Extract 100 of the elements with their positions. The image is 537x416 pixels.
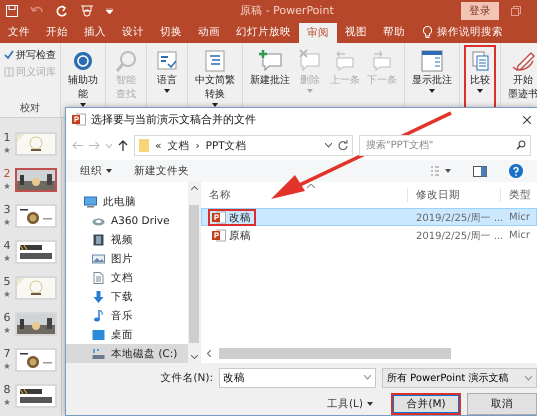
star-icon <box>4 363 10 369</box>
desktop-icon <box>92 328 105 340</box>
dialog-button[interactable]: 取消 <box>467 393 537 415</box>
search-field[interactable]: 搜索"PPT文档" <box>359 135 531 156</box>
slide-number: 1 <box>4 132 10 144</box>
ribbon-tab[interactable]: 设计 <box>114 21 152 43</box>
file-name: 改稿 <box>208 209 256 226</box>
slide-number: 3 <box>4 204 10 216</box>
computer-icon <box>84 196 97 208</box>
ribbon-tab[interactable]: 视图 <box>337 21 375 43</box>
file-name: 原稿 <box>208 227 256 244</box>
breadcrumb: PPT文档 <box>206 138 247 152</box>
file-type-select[interactable]: 所有 PowerPoint 演示文稿 <box>382 368 537 388</box>
table-cell-text: 2019/2/25/周一 ... <box>415 212 501 224</box>
dropdown-icon[interactable] <box>364 375 371 380</box>
ribbon-button[interactable]: 开始 墨迹书 <box>505 45 537 117</box>
slide-number: 6 <box>4 312 10 324</box>
address-bar[interactable]: « 文档 › PPT文档 <box>134 135 353 156</box>
pen-icon <box>510 49 536 73</box>
show-comments-icon <box>419 49 445 73</box>
nav-item[interactable]: 本地磁盘 (C:) <box>66 344 188 363</box>
spell-check-icon <box>4 50 14 60</box>
slide-number: 2 <box>4 168 10 180</box>
star-icon <box>4 219 10 225</box>
nav-item[interactable]: 视频 <box>66 230 188 249</box>
scroll-down-icon[interactable] <box>190 355 198 359</box>
slide-number: 8 <box>4 384 10 396</box>
tools-button[interactable]: 工具(L) <box>326 397 373 411</box>
table-cell-text: 2019/2/25/周一 ... <box>415 230 501 242</box>
dropdown-icon <box>525 376 532 380</box>
star-icon <box>4 327 10 333</box>
nav-item[interactable]: 文档 <box>66 268 188 287</box>
column-header[interactable]: 名称 <box>201 188 407 202</box>
drive-icon <box>92 348 105 360</box>
dropdown-icon[interactable] <box>325 143 332 148</box>
download-icon <box>92 290 105 302</box>
lightbulb-icon <box>423 26 432 38</box>
book-icon <box>4 67 14 77</box>
search-icon <box>516 140 526 150</box>
close-icon[interactable] <box>523 116 531 124</box>
caret-icon <box>106 169 112 173</box>
customize-icon[interactable] <box>106 8 113 14</box>
file-name-field[interactable]: 改稿 <box>219 368 376 388</box>
ribbon-tab[interactable]: 切换 <box>152 21 190 43</box>
nav-item[interactable]: 此电脑 <box>66 192 188 211</box>
dialog-button[interactable]: 合并(M) <box>391 393 461 415</box>
presentation-file-icon <box>212 229 226 242</box>
slide-number: 4 <box>4 240 10 252</box>
file-row[interactable]: 原稿 2019/2/25/周一 ... Micr <box>201 226 537 244</box>
image-icon <box>92 252 105 264</box>
star-icon <box>4 399 10 405</box>
presentation-file-icon <box>212 211 226 224</box>
search-icon <box>113 49 139 73</box>
ribbon-tab[interactable]: 审阅 <box>299 23 337 43</box>
ribbon-tab[interactable]: 幻灯片放映 <box>228 21 299 43</box>
group-label: 校对 <box>19 102 41 116</box>
help-icon[interactable] <box>509 164 523 178</box>
column-header[interactable]: 修改日期 <box>407 188 500 202</box>
document-icon <box>92 272 105 284</box>
nav-item[interactable]: 图片 <box>66 249 188 268</box>
film-icon <box>92 234 105 246</box>
scrollbar[interactable] <box>188 182 200 363</box>
nav-item[interactable]: 音乐 <box>66 306 188 325</box>
up-arrow-icon[interactable] <box>118 140 128 151</box>
nav-item[interactable]: 下载 <box>66 287 188 306</box>
nav-item[interactable]: 桌面 <box>66 325 188 344</box>
organize-button[interactable]: 组织 <box>80 164 112 178</box>
ribbon-tab[interactable]: 动画 <box>190 21 228 43</box>
ribbon-tab[interactable]: 帮助 <box>375 21 413 43</box>
preview-pane-icon[interactable] <box>473 166 487 176</box>
scroll-up-icon[interactable] <box>190 186 198 190</box>
sign-in-button[interactable]: 登录 <box>460 2 499 20</box>
app-icon <box>72 113 86 126</box>
slide-number: 7 <box>4 348 10 360</box>
slide-number: 5 <box>4 276 10 288</box>
star-icon <box>4 255 10 261</box>
folder-icon <box>139 139 149 152</box>
music-note-icon <box>92 310 105 322</box>
table-cell-text: Micr <box>508 212 532 223</box>
ribbon-tab[interactable]: 开始 <box>38 21 76 43</box>
new-comment-icon <box>257 49 283 73</box>
ribbon-tab[interactable]: 插入 <box>76 21 114 43</box>
tell-me-search[interactable]: 操作说明搜索 <box>419 21 507 43</box>
ribbon-button[interactable]: 拼写检查 <box>4 48 56 62</box>
nav-item[interactable]: A360 Drive <box>66 211 188 230</box>
view-icon[interactable] <box>431 166 451 176</box>
new-folder-button[interactable]: 新建文件夹 <box>134 164 189 178</box>
ribbon-tab[interactable]: 文件 <box>0 21 38 43</box>
star-icon <box>4 291 10 297</box>
column-header[interactable]: 类型 <box>500 188 537 202</box>
table-cell-text: Micr <box>508 230 532 241</box>
file-row[interactable]: 改稿 2019/2/25/周一 ... Micr <box>201 208 537 226</box>
star-icon <box>4 147 10 153</box>
scroll-left-icon[interactable] <box>207 350 211 357</box>
redo-icon[interactable] <box>56 4 68 16</box>
window-title: 原稿 - PowerPoint <box>240 3 334 18</box>
save-icon[interactable] <box>6 4 18 16</box>
refresh-icon[interactable] <box>338 140 348 151</box>
slide-thumbnail[interactable] <box>15 168 57 192</box>
dialog-title: 选择要与当前演示文稿合并的文件 <box>91 112 256 127</box>
